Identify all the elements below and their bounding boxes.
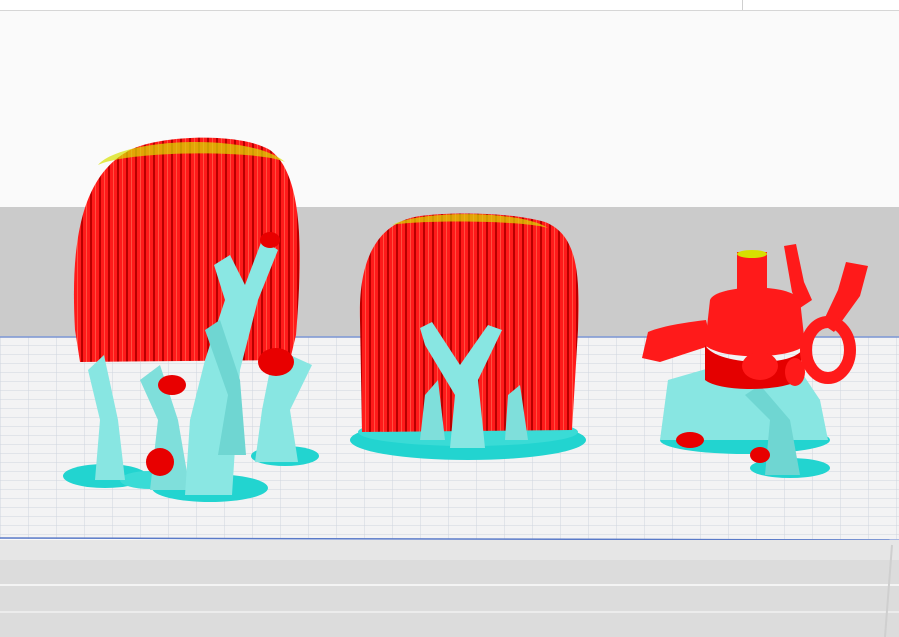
- model-torso: [705, 287, 805, 357]
- plate-front-highlight: [0, 560, 899, 637]
- object-hair-piece-large[interactable]: [63, 137, 319, 502]
- model-detail: [146, 448, 174, 476]
- model-hand: [785, 358, 805, 386]
- model-shoe: [676, 432, 704, 448]
- model-shoe: [742, 352, 778, 380]
- scene-canvas[interactable]: [0, 0, 899, 637]
- model-shoe: [750, 447, 770, 463]
- 3d-viewport[interactable]: [0, 0, 899, 637]
- model-detail: [158, 375, 186, 395]
- model-neck-top: [737, 250, 767, 258]
- object-hair-piece-small[interactable]: [350, 213, 586, 460]
- model-detail: [258, 348, 294, 376]
- model-detail: [260, 232, 280, 248]
